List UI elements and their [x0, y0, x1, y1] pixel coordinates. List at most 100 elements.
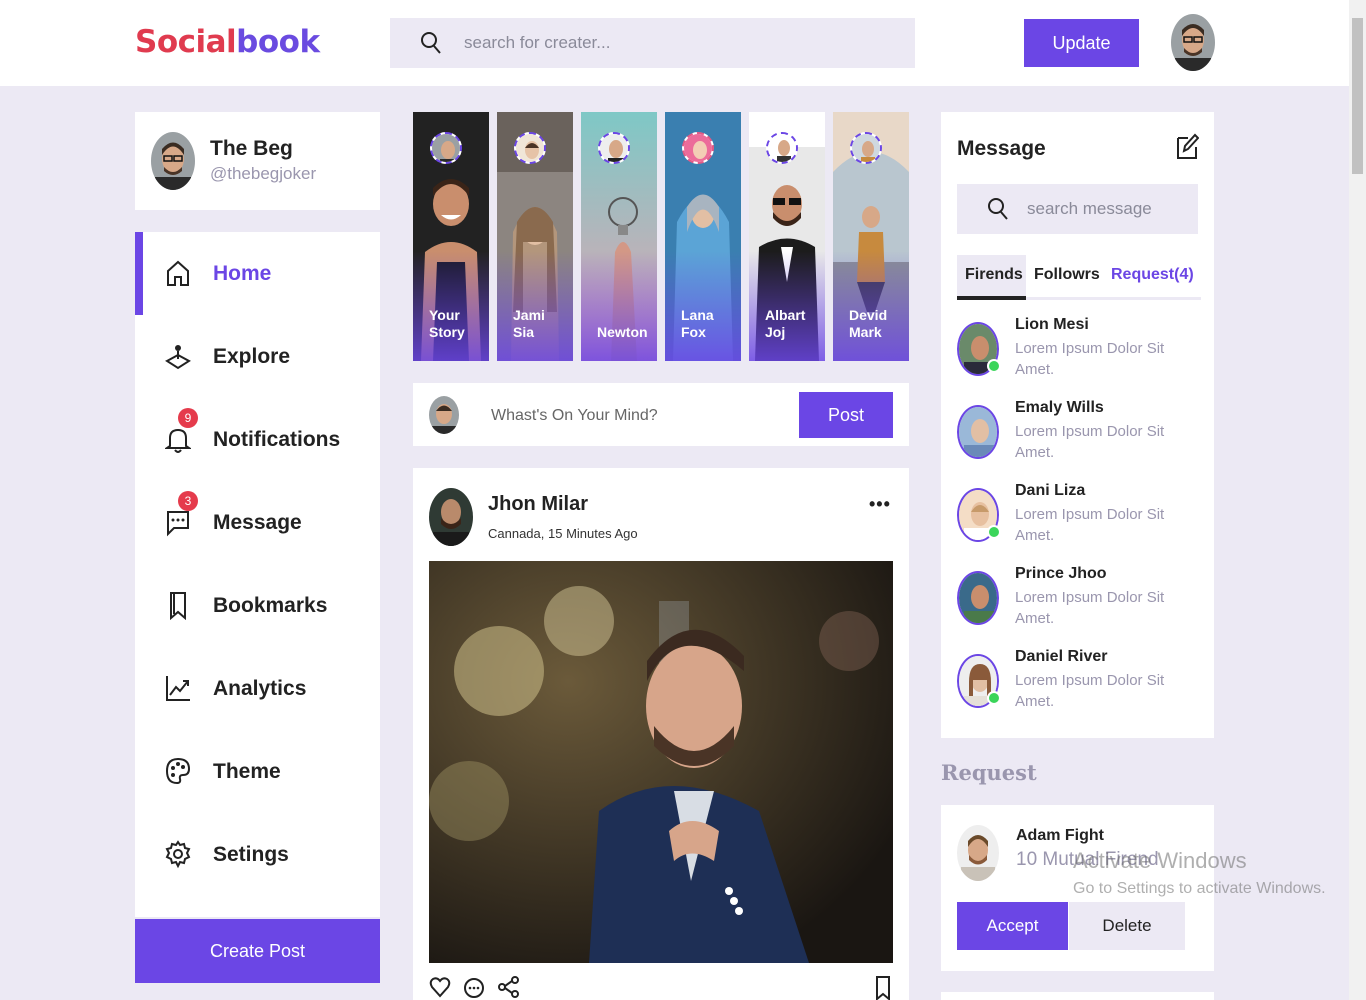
post-image[interactable] [429, 561, 893, 963]
story-avatar [682, 132, 714, 164]
contact-item[interactable]: Dani Liza Lorem Ipsum Dolor Sit Amet. [957, 480, 1201, 550]
share-icon[interactable] [497, 975, 521, 999]
story-avatar [598, 132, 630, 164]
tab-followers[interactable]: Followrs [1034, 255, 1100, 300]
sidebar-item-analytics[interactable]: Analytics [135, 647, 380, 730]
sidebar-item-label: Bookmarks [213, 593, 328, 617]
creator-search-bar[interactable] [390, 18, 915, 68]
comment-icon[interactable] [463, 977, 485, 999]
app-logo[interactable]: Socialbook [135, 24, 320, 60]
accept-button[interactable]: Accept [957, 902, 1068, 950]
story-label-line: Your [429, 307, 460, 323]
contact-preview: Lorem Ipsum Dolor Sit Amet. [1015, 672, 1165, 710]
composer-input[interactable]: Whast's On Your Mind? [491, 407, 658, 425]
message-search[interactable]: search message [957, 184, 1198, 234]
sidebar-item-label: Message [213, 510, 302, 534]
contact-name: Daniel River [1015, 648, 1108, 665]
post-button[interactable]: Post [799, 392, 893, 438]
sidebar-item-label: Setings [213, 842, 289, 866]
online-indicator [987, 359, 1001, 373]
profile-handle: @thebegjoker [210, 164, 317, 183]
active-indicator [135, 232, 143, 315]
scrollbar-thumb[interactable] [1352, 18, 1363, 174]
tab-friends[interactable]: Firends [957, 255, 1026, 300]
story-label: Lana Fox [681, 307, 737, 341]
palette-icon [165, 757, 191, 785]
contact-item[interactable]: Prince Jhoo Lorem Ipsum Dolor Sit Amet. [957, 563, 1201, 633]
user-avatar[interactable] [1171, 14, 1215, 71]
bookmark-icon[interactable] [875, 975, 891, 1000]
sidebar-menu: Home Explore 9 Notifications 3 Message B… [135, 232, 380, 917]
story-label: Albart Joj [765, 307, 821, 341]
post-author-name[interactable]: Jhon Milar [488, 493, 588, 516]
contact-preview: Lorem Ipsum Dolor Sit Amet. [1015, 589, 1165, 627]
story-overlay [413, 251, 489, 361]
contact-name: Lion Mesi [1015, 316, 1089, 333]
sidebar-item-message[interactable]: 3 Message [135, 481, 380, 564]
bell-icon [165, 428, 191, 453]
story-card[interactable]: Lana Fox [665, 112, 741, 361]
delete-button[interactable]: Delete [1069, 902, 1185, 950]
profile-card[interactable]: The Beg @thebegjoker [135, 112, 380, 210]
sidebar-item-label: Analytics [213, 676, 307, 700]
sidebar-item-bookmarks[interactable]: Bookmarks [135, 564, 380, 647]
story-card[interactable]: Newton [581, 112, 657, 361]
sidebar-item-home[interactable]: Home [135, 232, 380, 315]
story-card[interactable]: Jami Sia [497, 112, 573, 361]
story-avatar [514, 132, 546, 164]
story-avatar [850, 132, 882, 164]
story-label-line: Joj [765, 324, 786, 340]
home-icon [167, 260, 189, 286]
create-post-button[interactable]: Create Post [135, 919, 380, 983]
contact-name: Prince Jhoo [1015, 565, 1107, 582]
search-icon [988, 198, 1008, 220]
creator-search-input[interactable] [464, 33, 864, 53]
request-heading: Request [941, 760, 1037, 785]
composer-avatar [429, 396, 459, 434]
online-indicator [987, 525, 1001, 539]
request-avatar[interactable] [957, 825, 999, 881]
contact-preview: Lorem Ipsum Dolor Sit Amet. [1015, 423, 1165, 461]
contact-preview: Lorem Ipsum Dolor Sit Amet. [1015, 340, 1165, 378]
story-card[interactable]: Albart Joj [749, 112, 825, 361]
story-label-line: Newton [597, 324, 648, 340]
contact-avatar [957, 405, 999, 459]
tab-requests[interactable]: Request(4) [1111, 255, 1194, 300]
post-composer: Whast's On Your Mind? Post [413, 383, 909, 446]
gear-icon [165, 840, 191, 869]
notification-badge: 9 [178, 408, 198, 428]
sidebar-item-notifications[interactable]: 9 Notifications [135, 398, 380, 481]
sidebar-item-explore[interactable]: Explore [135, 315, 380, 398]
more-options-icon[interactable]: ••• [869, 494, 891, 515]
post-meta: Cannada, 15 Minutes Ago [488, 526, 638, 541]
story-label-line: Devid [849, 307, 888, 323]
top-bar: Socialbook Update [0, 0, 1366, 86]
post-author-avatar[interactable] [429, 488, 473, 546]
logo-part-book: book [236, 24, 320, 60]
analytics-icon [166, 676, 190, 701]
story-overlay [833, 251, 909, 361]
contact-item[interactable]: Lion Mesi Lorem Ipsum Dolor Sit Amet. [957, 314, 1201, 384]
bookmark-icon [170, 592, 186, 620]
request-name[interactable]: Adam Fight [1016, 827, 1104, 845]
story-card[interactable]: Devid Mark [833, 112, 909, 361]
sidebar-item-label: Home [213, 261, 272, 285]
logo-part-social: Social [135, 24, 237, 60]
heart-icon[interactable] [429, 975, 451, 999]
page-scrollbar[interactable] [1349, 0, 1366, 1000]
online-indicator [987, 691, 1001, 705]
story-avatar [766, 132, 798, 164]
story-card[interactable]: Your Story [413, 112, 489, 361]
message-search-placeholder: search message [1027, 199, 1152, 218]
story-label-line: Albart [765, 307, 806, 323]
sidebar-item-label: Explore [213, 344, 291, 368]
feed-post: Jhon Milar Cannada, 15 Minutes Ago ••• [413, 468, 909, 1000]
sidebar-item-theme[interactable]: Theme [135, 730, 380, 813]
windows-watermark-subtitle: Go to Settings to activate Windows. [1073, 880, 1326, 897]
update-button[interactable]: Update [1024, 19, 1139, 67]
contact-item[interactable]: Daniel River Lorem Ipsum Dolor Sit Amet. [957, 646, 1201, 716]
contact-item[interactable]: Emaly Wills Lorem Ipsum Dolor Sit Amet. [957, 397, 1201, 467]
edit-icon[interactable] [1175, 132, 1199, 160]
sidebar-item-settings[interactable]: Setings [135, 813, 380, 896]
explore-icon [165, 345, 191, 370]
